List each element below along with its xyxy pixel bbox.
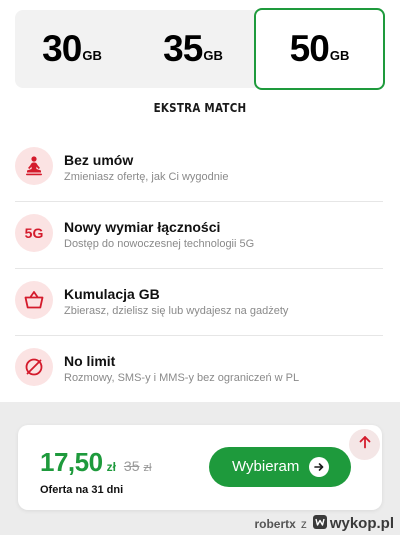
plan-name: EKSTRA MATCH: [153, 101, 247, 115]
watermark-connector: z: [300, 516, 307, 531]
feature-title: Nowy wymiar łączności: [64, 219, 221, 235]
plan-unit: GB: [203, 47, 223, 63]
feature-description: Zmieniasz ofertę, jak Ci wygodnie: [64, 171, 229, 183]
meditation-person-icon: [15, 147, 53, 185]
watermark: robertx z wykop.pl: [254, 514, 394, 533]
scroll-to-top-button[interactable]: [349, 429, 380, 460]
choose-button-label: Wybieram: [232, 458, 300, 475]
feature-title: Bez umów: [64, 152, 134, 168]
choose-button[interactable]: Wybieram: [209, 447, 351, 487]
plan-unit: GB: [329, 47, 350, 63]
offer-duration: Oferta na 31 dni: [40, 484, 124, 496]
feature-item: Bez umów Zmieniasz ofertę, jak Ci wygodn…: [15, 135, 383, 202]
offer-summary-card: 17,50 zł 35 zł Oferta na 31 dni Wybieram: [18, 425, 382, 510]
feature-item: No limit Rozmowy, SMS-y i MMS-y bez ogra…: [15, 336, 383, 403]
feature-description: Zbierasz, dzielisz się lub wydajesz na g…: [64, 305, 289, 317]
data-plan-selector: 30 GB 35 GB 50 GB: [15, 8, 385, 90]
plan-value: 30: [42, 28, 82, 69]
feature-list: Bez umów Zmieniasz ofertę, jak Ci wygodn…: [15, 135, 383, 403]
plan-option-30gb[interactable]: 30 GB: [15, 10, 129, 88]
feature-item: 5G Nowy wymiar łączności Dostęp do nowoc…: [15, 202, 383, 269]
feature-description: Rozmowy, SMS-y i MMS-y bez ograniczeń w …: [64, 372, 300, 384]
arrow-up-icon: [358, 435, 372, 454]
5g-icon: 5G: [15, 214, 53, 252]
feature-description: Dostęp do nowoczesnej technologii 5G: [64, 238, 255, 250]
plan-option-35gb[interactable]: 35 GB: [133, 10, 253, 88]
old-price-currency: zł: [143, 462, 152, 474]
old-price: 35: [123, 458, 140, 474]
feature-title: No limit: [64, 353, 116, 369]
price-row: 17,50 zł 35 zł: [40, 447, 151, 478]
plan-value: 50: [289, 28, 330, 69]
plan-unit: GB: [82, 47, 102, 63]
current-price-currency: zł: [106, 460, 116, 474]
plan-value: 35: [163, 28, 203, 69]
feature-item: Kumulacja GB Zbierasz, dzielisz się lub …: [15, 269, 383, 336]
basket-icon: [15, 281, 53, 319]
feature-title: Kumulacja GB: [64, 286, 160, 302]
watermark-site: wykop.pl: [329, 515, 394, 532]
current-price: 17,50: [40, 447, 103, 477]
5g-icon-text: 5G: [24, 225, 44, 241]
watermark-author: robertx: [254, 516, 296, 531]
wykop-logo-icon: [312, 514, 328, 533]
no-limit-icon: [15, 348, 53, 386]
plan-option-50gb-selected[interactable]: 50 GB: [254, 8, 385, 90]
wykop-logo: wykop.pl: [312, 514, 394, 533]
arrow-right-icon: [309, 457, 329, 477]
offer-details-panel: 30 GB 35 GB 50 GB EKSTRA MATCH Bez umów …: [0, 0, 400, 402]
